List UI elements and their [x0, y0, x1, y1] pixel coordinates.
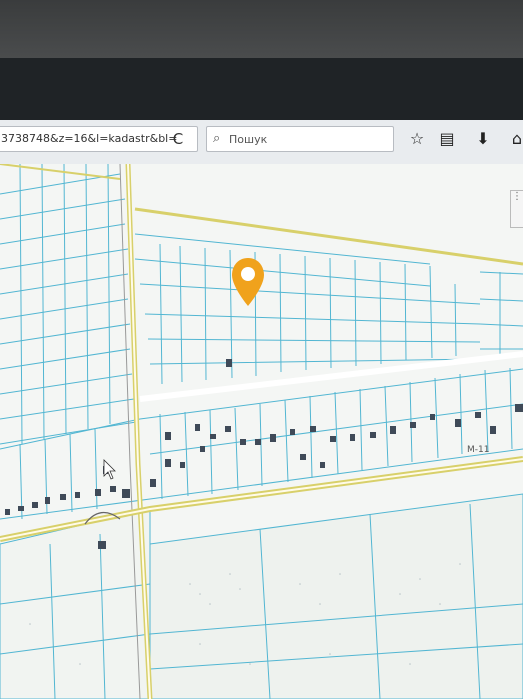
download-icon[interactable]: ⬇ [472, 128, 494, 150]
road-label-m11: M-11 [467, 445, 490, 455]
window-titlebar [0, 58, 523, 136]
star-icon[interactable]: ☆ [406, 128, 428, 150]
url-bar[interactable]: 3738748&z=16&l=kadastr&bl= C [0, 126, 198, 152]
search-icon: ⌕ [213, 131, 221, 146]
search-placeholder: Пошук [229, 133, 268, 146]
mouse-cursor [103, 459, 116, 480]
url-text: 3738748&z=16&l=kadastr&bl= [1, 132, 178, 145]
reload-button[interactable]: C [167, 130, 189, 148]
monitor-bezel [0, 0, 523, 58]
cadastral-map[interactable]: M-11 ⋮ [0, 164, 523, 699]
location-pin-icon[interactable] [230, 256, 266, 310]
search-input[interactable]: ⌕ Пошук [206, 126, 394, 152]
panel-toggle-button[interactable]: ⋮ [510, 190, 523, 228]
map-canvas [0, 164, 523, 699]
home-icon[interactable]: ⌂ [506, 128, 523, 150]
library-icon[interactable]: ▤ [436, 128, 458, 150]
